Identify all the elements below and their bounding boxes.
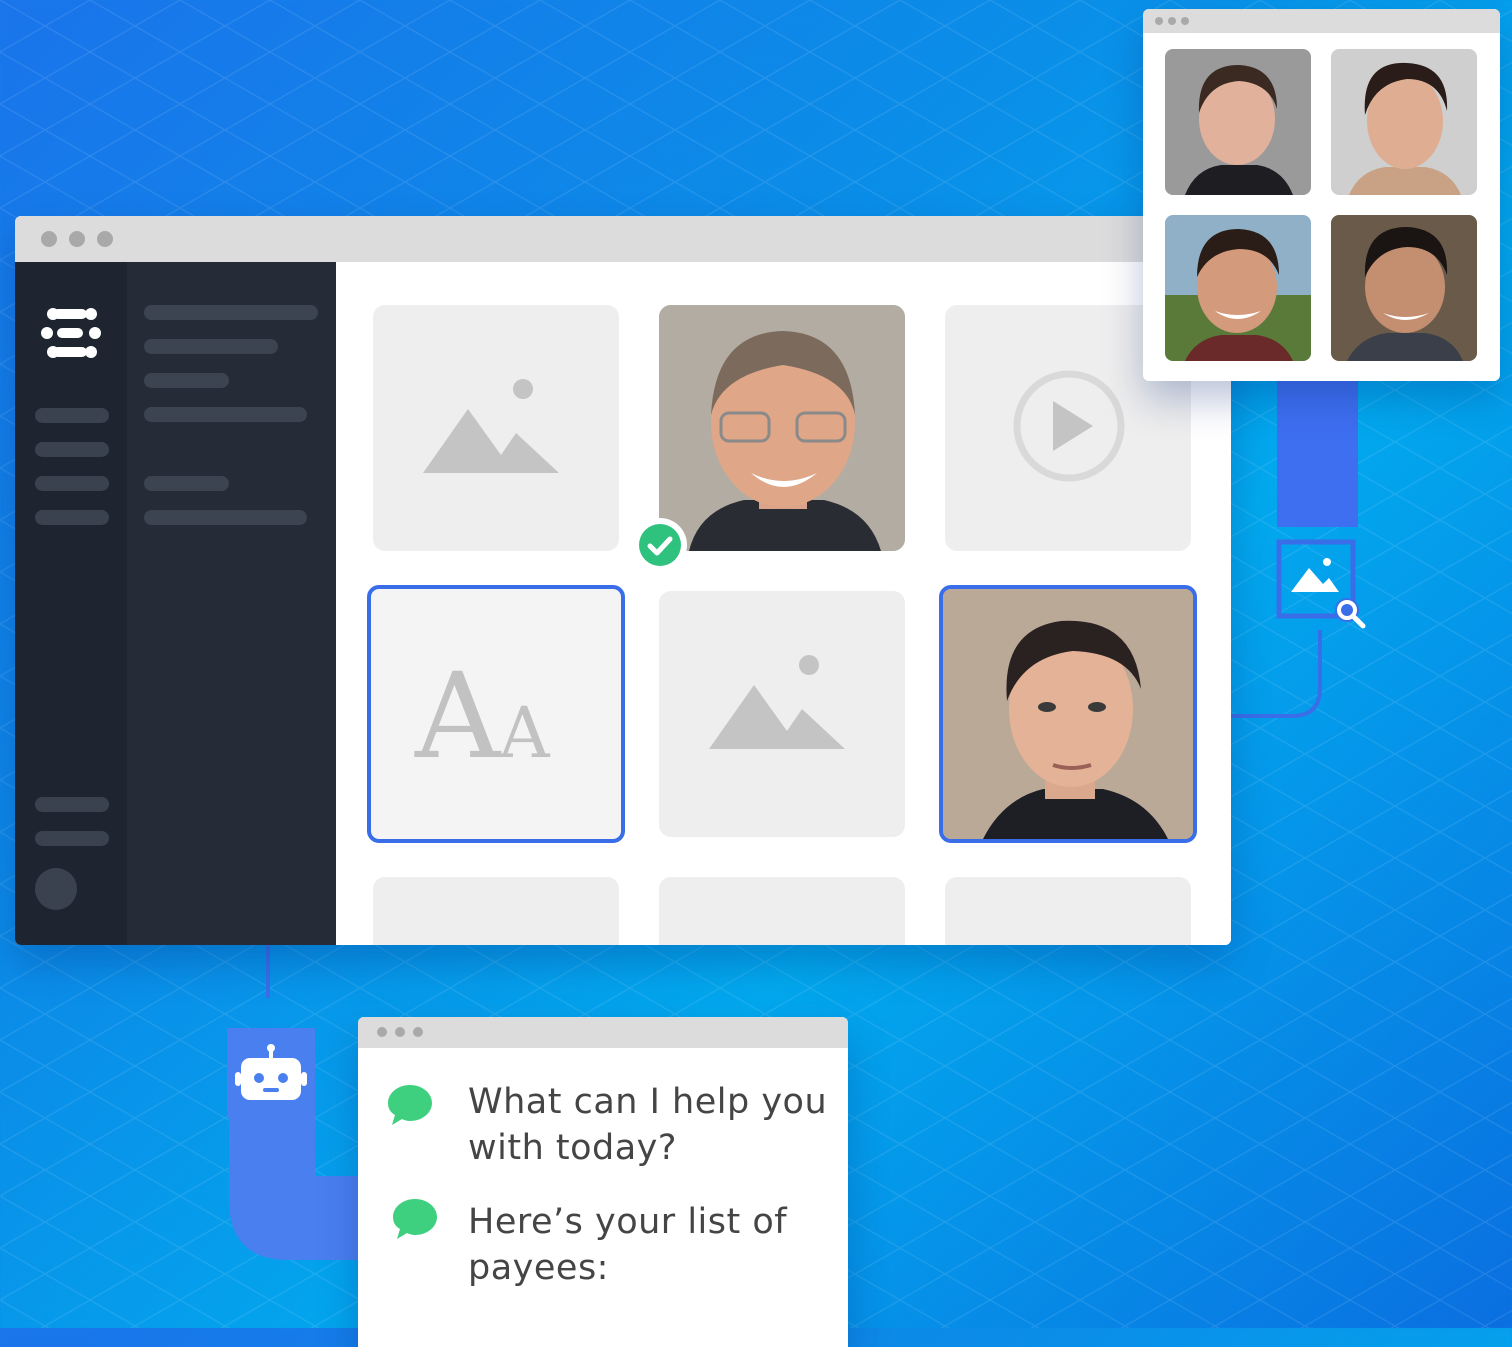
face-result[interactable] <box>1165 49 1311 195</box>
face-result[interactable] <box>1331 49 1477 195</box>
face-result[interactable] <box>1165 215 1311 361</box>
window-dot[interactable] <box>395 1027 405 1037</box>
image-tile[interactable] <box>659 591 905 837</box>
window-dot[interactable] <box>1168 17 1176 25</box>
portrait-image <box>1165 49 1311 195</box>
portrait-image <box>943 589 1193 839</box>
photo-window-titlebar <box>1143 9 1500 33</box>
sidebar-panel-item[interactable] <box>144 510 307 525</box>
window-dot[interactable] <box>1181 17 1189 25</box>
sidebar-item[interactable] <box>35 831 109 846</box>
image-placeholder-icon <box>709 655 845 749</box>
robot-icon[interactable] <box>227 1028 315 1118</box>
portrait-tile[interactable] <box>659 305 905 551</box>
window-dot[interactable] <box>1155 17 1163 25</box>
sidebar-panel-item[interactable] <box>144 305 318 320</box>
chat-window: What can I help you with today? Here’s y… <box>358 1017 848 1347</box>
window-dot[interactable] <box>41 231 57 247</box>
bot-container <box>227 1028 315 1118</box>
portrait-tile-selected[interactable] <box>939 585 1197 843</box>
image-tile[interactable] <box>373 877 619 945</box>
image-tile[interactable] <box>945 877 1191 945</box>
chat-bubble-icon <box>388 1085 432 1125</box>
window-dot[interactable] <box>97 231 113 247</box>
text-aa-icon: A A <box>414 647 551 785</box>
portrait-image <box>1165 215 1311 361</box>
chat-window-titlebar <box>358 1017 848 1048</box>
chat-message: What can I help you with today? <box>468 1082 828 1168</box>
main-window-titlebar <box>15 216 1231 262</box>
face-result[interactable] <box>1331 215 1477 361</box>
portrait-image <box>1331 215 1477 361</box>
sidebar-panel-item[interactable] <box>144 339 278 354</box>
svg-text:A: A <box>498 692 551 774</box>
main-app-window: A A <box>15 216 1231 945</box>
text-tile[interactable]: A A <box>367 585 625 843</box>
image-search-icon[interactable] <box>1275 538 1367 630</box>
chat-message: Here’s your list of payees: <box>468 1202 788 1288</box>
brand-logo-icon[interactable] <box>39 304 105 362</box>
sidebar-rail <box>15 262 127 945</box>
image-placeholder-icon <box>423 379 559 473</box>
window-dot[interactable] <box>377 1027 387 1037</box>
portrait-image <box>659 305 905 551</box>
portrait-image <box>1331 49 1477 195</box>
image-tile[interactable] <box>659 877 905 945</box>
media-grid: A A <box>336 262 1231 945</box>
sidebar-panel-item[interactable] <box>144 476 229 491</box>
sidebar-panel-item[interactable] <box>144 373 229 388</box>
sidebar-item[interactable] <box>35 510 109 525</box>
check-icon <box>633 518 687 572</box>
svg-text:A: A <box>414 647 502 785</box>
sidebar-item[interactable] <box>35 442 109 457</box>
avatar[interactable] <box>35 868 77 910</box>
photo-results-window <box>1143 9 1500 381</box>
sidebar-panel-item[interactable] <box>144 407 307 422</box>
image-tile[interactable] <box>373 305 619 551</box>
chat-bubble-icon <box>393 1199 437 1239</box>
sidebar-item[interactable] <box>35 797 109 812</box>
sidebar-panel <box>127 262 336 945</box>
window-dot[interactable] <box>69 231 85 247</box>
sidebar-item[interactable] <box>35 476 109 491</box>
sidebar-item[interactable] <box>35 408 109 423</box>
window-dot[interactable] <box>413 1027 423 1037</box>
